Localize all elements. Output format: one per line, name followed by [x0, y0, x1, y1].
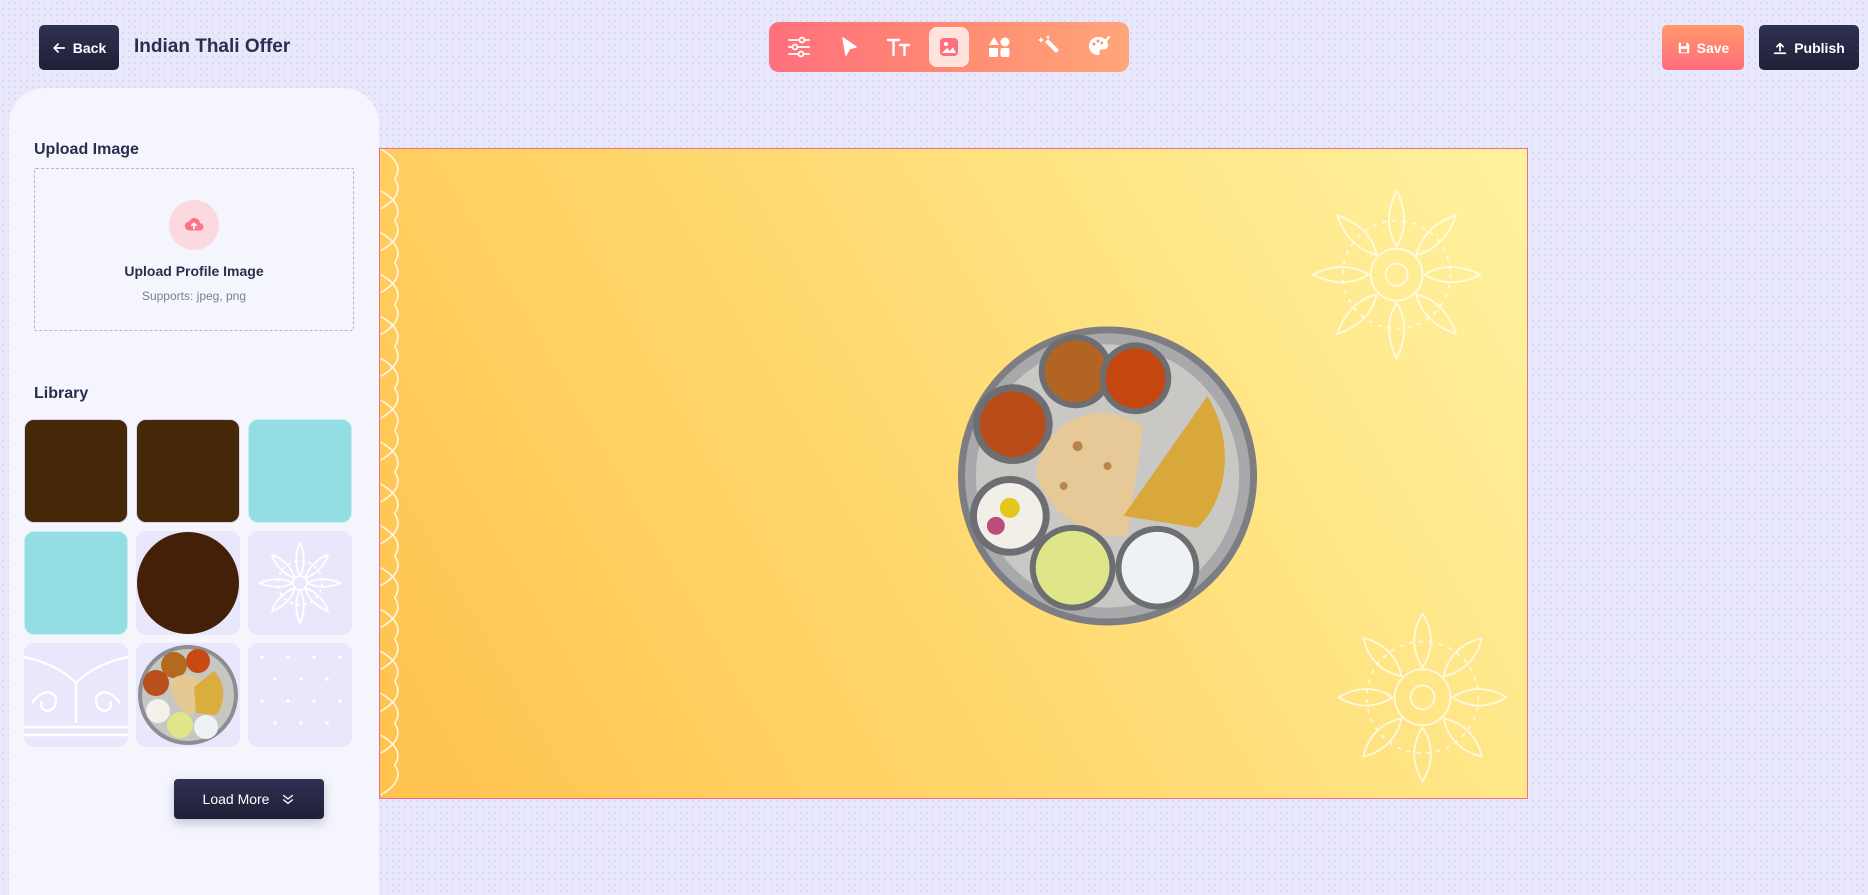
load-more-button[interactable]: Load More — [174, 779, 324, 819]
library-item-cyan-square[interactable] — [248, 419, 352, 523]
upload-dropzone[interactable]: Upload Profile Image Supports: jpeg, png — [34, 168, 354, 331]
shapes-icon — [989, 37, 1010, 57]
text-tool[interactable] — [879, 27, 919, 67]
pointer-icon — [842, 37, 857, 56]
image-tool[interactable] — [929, 27, 969, 67]
library-item-paisley[interactable] — [24, 643, 128, 747]
library-item-brown-square[interactable] — [136, 419, 240, 523]
load-more-label: Load More — [202, 791, 270, 807]
magic-wand-icon — [1038, 35, 1059, 53]
mandala-pattern — [257, 540, 343, 626]
thali-plate-image — [138, 645, 238, 745]
dot-pattern — [260, 655, 342, 725]
upload-section-title: Upload Image — [34, 141, 139, 158]
library-item-cyan-square[interactable] — [24, 531, 128, 635]
select-tool[interactable] — [829, 27, 869, 67]
palette-tool[interactable] — [1079, 27, 1119, 67]
arrow-left-icon — [53, 42, 65, 53]
sliders-tool[interactable] — [779, 27, 819, 67]
cloud-upload-icon — [169, 200, 219, 250]
save-button[interactable]: Save — [1662, 25, 1744, 70]
library-item-dots[interactable] — [248, 643, 352, 747]
floppy-disk-icon — [1678, 42, 1689, 53]
publish-button[interactable]: Publish — [1759, 25, 1859, 70]
shapes-tool[interactable] — [979, 27, 1019, 67]
paisley-border — [24, 655, 128, 737]
sliders-icon — [788, 36, 810, 58]
upload-hint: Supports: jpeg, png — [141, 289, 247, 303]
save-label: Save — [1696, 39, 1730, 56]
left-paisley-border — [380, 149, 399, 796]
magic-tool[interactable] — [1029, 27, 1069, 67]
upload-label: Upload Profile Image — [124, 263, 264, 279]
library-item-thali[interactable] — [136, 643, 240, 747]
page-title: Indian Thali Offer — [134, 36, 291, 57]
back-button[interactable]: Back — [39, 25, 119, 70]
library-grid — [24, 419, 364, 747]
side-panel: Upload Image Upload Profile Image Suppor… — [9, 88, 379, 895]
text-icon — [886, 38, 911, 57]
palette-icon — [1089, 35, 1111, 55]
image-icon — [940, 38, 958, 56]
design-canvas[interactable] — [379, 148, 1528, 799]
mandala-top-right — [1310, 188, 1483, 361]
library-item-mandala[interactable] — [248, 531, 352, 635]
library-section-title: Library — [34, 385, 89, 402]
library-item-brown-circle[interactable] — [136, 531, 240, 635]
thali-plate-image — [957, 326, 1258, 626]
chevrons-down-icon — [283, 794, 294, 805]
back-label: Back — [72, 39, 107, 56]
library-item-brown-square[interactable] — [24, 419, 128, 523]
mandala-bottom-right — [1337, 611, 1508, 783]
canvas-artwork — [380, 149, 1508, 796]
editor-toolbar — [769, 22, 1129, 72]
publish-label: Publish — [1794, 39, 1845, 56]
upload-icon — [1774, 42, 1787, 54]
